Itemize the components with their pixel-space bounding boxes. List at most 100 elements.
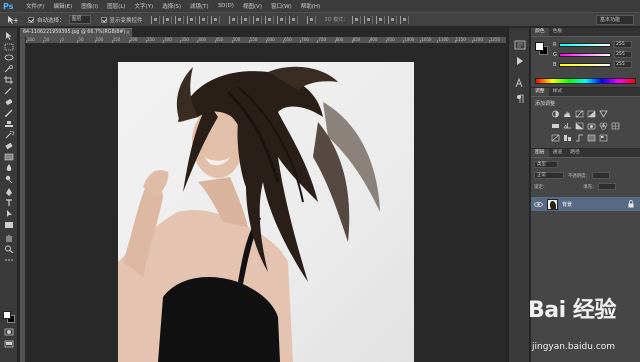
- color-balance-icon[interactable]: [563, 122, 572, 130]
- healing-brush-icon[interactable]: [4, 98, 14, 106]
- 3d-slide-icon[interactable]: [388, 15, 398, 24]
- layer-name[interactable]: 背景: [562, 201, 572, 208]
- vibrance-icon[interactable]: [599, 110, 608, 118]
- path-select-icon[interactable]: [4, 210, 14, 218]
- curves-icon[interactable]: [575, 110, 584, 118]
- distribute-bottom-icon[interactable]: [252, 15, 262, 24]
- selective-color-icon[interactable]: [599, 134, 608, 142]
- tab-styles[interactable]: 样式: [549, 88, 567, 96]
- tab-layers[interactable]: 图层: [531, 149, 549, 157]
- layer-kind-filter[interactable]: 类型: [534, 161, 558, 168]
- align-bottom-icon[interactable]: [174, 15, 184, 24]
- pen-icon[interactable]: [4, 188, 14, 196]
- photo-canvas[interactable]: [118, 62, 414, 362]
- blue-slider[interactable]: [559, 62, 611, 67]
- red-value-input[interactable]: 255: [614, 41, 632, 48]
- menu-file[interactable]: 文件(F): [26, 2, 44, 10]
- history-brush-icon[interactable]: [4, 131, 14, 139]
- menu-select[interactable]: 选择(S): [162, 2, 181, 10]
- clone-stamp-icon[interactable]: [4, 120, 14, 128]
- dodge-icon[interactable]: [4, 175, 14, 183]
- posterize-icon[interactable]: [563, 134, 572, 142]
- align-middle-icon[interactable]: [162, 15, 172, 24]
- 3d-drag-icon[interactable]: [376, 15, 386, 24]
- gradient-map-icon[interactable]: [587, 134, 596, 142]
- tab-adjustments[interactable]: 调整: [531, 88, 549, 96]
- opacity-input[interactable]: [591, 172, 610, 179]
- align-top-icon[interactable]: [150, 15, 160, 24]
- auto-select-dropdown[interactable]: 图层: [68, 15, 91, 24]
- 3d-rotate-icon[interactable]: [352, 15, 362, 24]
- close-icon[interactable]: ×: [126, 29, 130, 37]
- blue-value-input[interactable]: 255: [614, 61, 632, 68]
- color-lookup-icon[interactable]: [611, 122, 620, 130]
- tab-channels[interactable]: 通道: [549, 149, 567, 157]
- exposure-icon[interactable]: [587, 110, 596, 118]
- document-tab[interactable]: 64-1106221959395.jpg @ 66.7%(RGB/8#) ×: [20, 28, 132, 37]
- auto-align-icon[interactable]: [306, 15, 316, 24]
- levels-icon[interactable]: [563, 110, 572, 118]
- brush-icon[interactable]: [4, 109, 14, 117]
- marquee-icon[interactable]: [4, 43, 14, 51]
- green-slider[interactable]: [559, 52, 611, 57]
- red-slider[interactable]: [559, 42, 611, 47]
- invert-icon[interactable]: [551, 134, 560, 142]
- tab-color[interactable]: 颜色: [531, 28, 549, 36]
- tab-paths[interactable]: 路径: [566, 149, 584, 157]
- eyedropper-icon[interactable]: [4, 87, 14, 95]
- align-center-icon[interactable]: [198, 15, 208, 24]
- workspace-dropdown[interactable]: 基本功能: [596, 15, 634, 25]
- distribute-center-icon[interactable]: [276, 15, 286, 24]
- paragraph-panel-icon[interactable]: [514, 94, 526, 104]
- type-icon[interactable]: [4, 199, 14, 207]
- fill-input[interactable]: [598, 183, 617, 190]
- distribute-left-icon[interactable]: [264, 15, 274, 24]
- menu-type[interactable]: 文字(Y): [135, 2, 154, 10]
- quick-mask-icon[interactable]: [4, 328, 14, 336]
- photo-filter-icon[interactable]: [587, 122, 596, 130]
- color-spectrum-bar[interactable]: [535, 78, 636, 84]
- distribute-middle-icon[interactable]: [240, 15, 250, 24]
- tab-swatches[interactable]: 色板: [549, 28, 567, 36]
- brightness-contrast-icon[interactable]: [551, 110, 560, 118]
- eye-icon[interactable]: [534, 200, 543, 209]
- blur-icon[interactable]: [4, 164, 14, 172]
- rectangle-shape-icon[interactable]: [4, 221, 14, 229]
- threshold-icon[interactable]: [575, 134, 584, 142]
- menu-filter[interactable]: 滤镜(T): [190, 2, 209, 10]
- black-white-icon[interactable]: [575, 122, 584, 130]
- actions-panel-icon[interactable]: [514, 56, 526, 66]
- eraser-icon[interactable]: [4, 142, 14, 150]
- auto-select-checkbox[interactable]: [28, 16, 34, 23]
- hue-saturation-icon[interactable]: [551, 122, 560, 130]
- layer-row-background[interactable]: 背景: [531, 197, 640, 211]
- screen-mode-icon[interactable]: [4, 340, 14, 348]
- panel-foreground-swatch[interactable]: [535, 42, 544, 51]
- history-panel-icon[interactable]: [514, 40, 526, 50]
- menu-3d[interactable]: 3D(D): [218, 3, 234, 9]
- move-icon[interactable]: [4, 32, 14, 40]
- crop-icon[interactable]: [4, 76, 14, 84]
- menu-edit[interactable]: 编辑(E): [53, 2, 72, 10]
- distribute-top-icon[interactable]: [228, 15, 238, 24]
- gradient-icon[interactable]: [4, 153, 14, 161]
- channel-mixer-icon[interactable]: [599, 122, 608, 130]
- hand-icon[interactable]: [4, 234, 14, 242]
- menu-view[interactable]: 视图(V): [243, 2, 262, 10]
- 3d-scale-icon[interactable]: [400, 15, 410, 24]
- character-panel-icon[interactable]: [514, 78, 526, 88]
- menu-layer[interactable]: 图层(L): [107, 2, 125, 10]
- blend-mode-dropdown[interactable]: 正常: [534, 172, 564, 179]
- lasso-icon[interactable]: [4, 54, 14, 62]
- menu-image[interactable]: 图像(I): [81, 2, 98, 10]
- move-tool-icon[interactable]: [6, 15, 20, 25]
- align-right-icon[interactable]: [210, 15, 220, 24]
- menu-help[interactable]: 帮助(H): [301, 2, 320, 10]
- zoom-icon[interactable]: [4, 245, 14, 253]
- more-tools-icon[interactable]: [4, 256, 14, 264]
- show-transform-checkbox[interactable]: [100, 16, 107, 23]
- menu-window[interactable]: 窗口(W): [271, 2, 292, 10]
- green-value-input[interactable]: 255: [614, 51, 632, 58]
- 3d-roll-icon[interactable]: [364, 15, 374, 24]
- align-left-icon[interactable]: [186, 15, 196, 24]
